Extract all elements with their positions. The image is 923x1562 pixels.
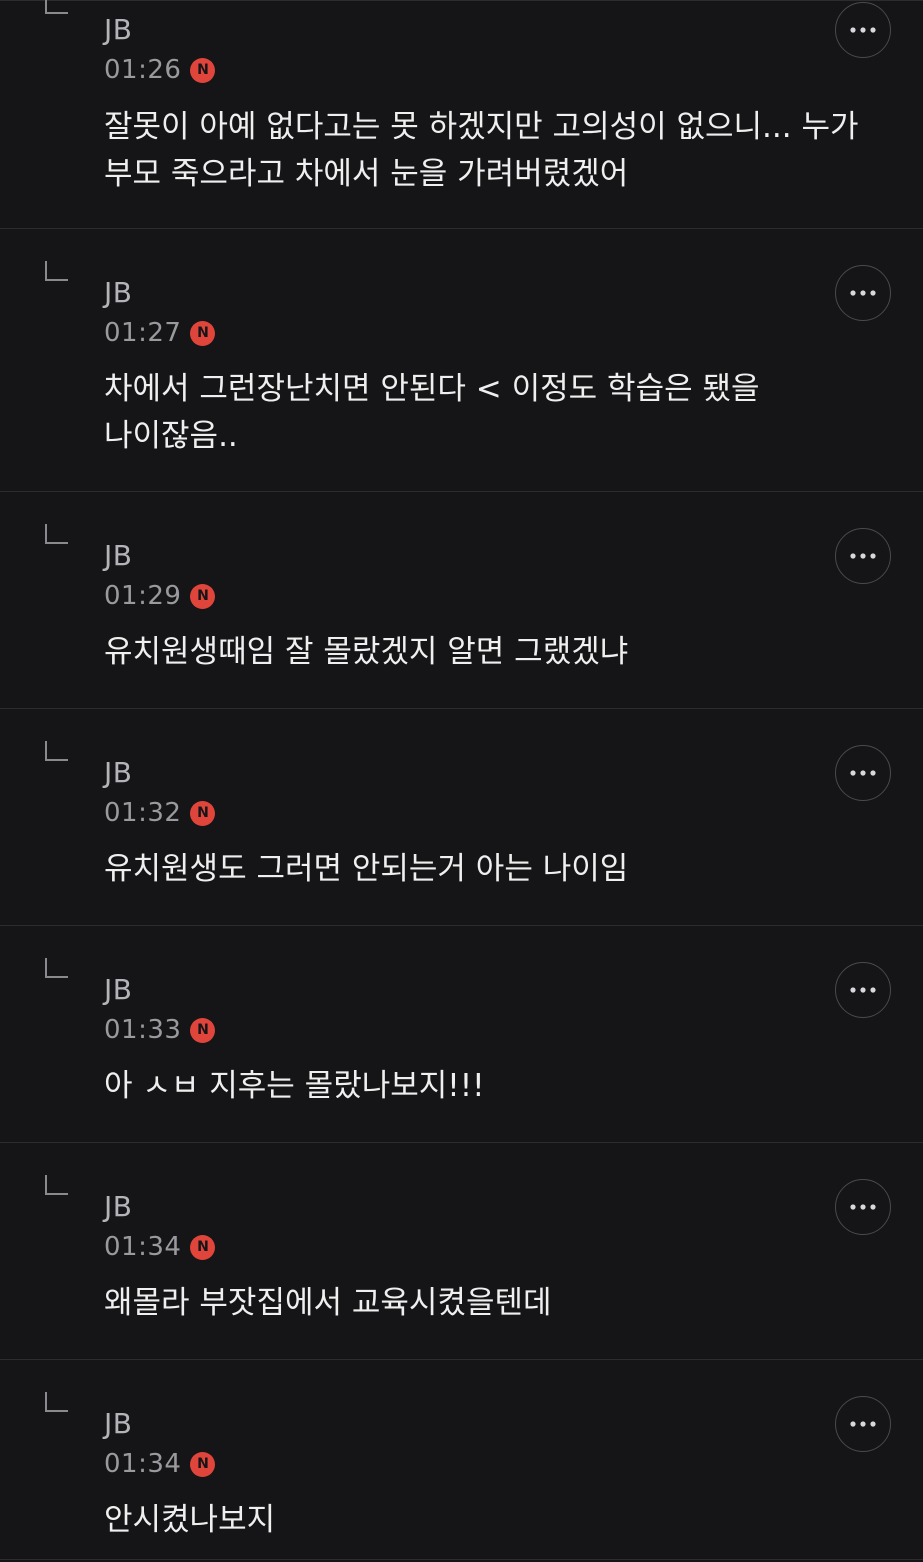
reply-arrow-icon: [45, 741, 68, 761]
reply-timestamp: 01:26: [104, 55, 182, 85]
reply-author[interactable]: JB: [104, 277, 132, 309]
reply-divider: [0, 1559, 923, 1560]
more-options-button[interactable]: [835, 265, 891, 321]
reply-text: 유치원생때임 잘 몰랐겠지 알면 그랬겠냐: [104, 634, 629, 670]
reply-arrow-icon: [45, 261, 68, 281]
more-horizontal-icon: [850, 987, 876, 993]
more-options-button[interactable]: [835, 1396, 891, 1452]
reply-author[interactable]: JB: [104, 1191, 132, 1223]
reply-author[interactable]: JB: [104, 540, 132, 572]
reply-timestamp: 01:27: [104, 318, 182, 348]
reply-text: 유치원생도 그러면 안되는거 아는 나이임: [104, 851, 629, 887]
more-horizontal-icon: [850, 290, 876, 296]
reply-author[interactable]: JB: [104, 14, 132, 46]
reply-meta: 01:33 N: [104, 1014, 216, 1046]
reply-author[interactable]: JB: [104, 757, 132, 789]
more-options-button[interactable]: [835, 2, 891, 58]
reply-meta: 01:27 N: [104, 317, 216, 349]
reply-meta: 01:34 N: [104, 1231, 216, 1263]
reply-list: JB 01:26 N 잘못이 아예 없다고는 못 하겠지만 고의성이 없으니... 누…: [0, 0, 923, 1562]
reply-text: 왜몰라 부잣집에서 교육시켰을텐데: [104, 1285, 552, 1321]
reply-divider: [0, 1359, 923, 1360]
reply-timestamp: 01:34: [104, 1449, 182, 1479]
new-badge: N: [190, 800, 216, 826]
reply-text: 안시켰나보지: [104, 1502, 276, 1538]
reply-divider: [0, 1142, 923, 1143]
reply-arrow-icon: [45, 1392, 68, 1412]
new-badge: N: [190, 1451, 216, 1477]
reply-arrow-icon: [45, 958, 68, 978]
reply-divider: [0, 491, 923, 492]
reply-author[interactable]: JB: [104, 1408, 132, 1440]
new-badge: N: [190, 1234, 216, 1260]
reply-arrow-icon: [45, 1175, 68, 1195]
reply-timestamp: 01:34: [104, 1232, 182, 1262]
more-options-button[interactable]: [835, 528, 891, 584]
more-horizontal-icon: [850, 27, 876, 33]
reply-divider: [0, 0, 923, 1]
reply-text: 아 ㅅㅂ 지후는 몰랐나보지!!!: [104, 1068, 485, 1104]
reply-timestamp: 01:29: [104, 581, 182, 611]
reply-timestamp: 01:33: [104, 1015, 182, 1045]
more-options-button[interactable]: [835, 962, 891, 1018]
reply-arrow-icon: [45, 0, 68, 14]
reply-meta: 01:29 N: [104, 580, 216, 612]
reply-text: 잘못이 아예 없다고는 못 하겠지만 고의성이 없으니... 누가 부모 죽으라…: [104, 109, 859, 192]
reply-divider: [0, 228, 923, 229]
reply-meta: 01:26 N: [104, 54, 216, 86]
reply-text: 차에서 그런장난치면 안된다 < 이정도 학습은 됐을 나이잖음..: [104, 371, 760, 454]
more-horizontal-icon: [850, 1204, 876, 1210]
more-horizontal-icon: [850, 1421, 876, 1427]
reply-meta: 01:32 N: [104, 797, 216, 829]
more-options-button[interactable]: [835, 745, 891, 801]
reply-meta: 01:34 N: [104, 1448, 216, 1480]
reply-arrow-icon: [45, 524, 68, 544]
reply-divider: [0, 708, 923, 709]
more-horizontal-icon: [850, 770, 876, 776]
new-badge: N: [190, 1017, 216, 1043]
more-horizontal-icon: [850, 553, 876, 559]
reply-divider: [0, 925, 923, 926]
new-badge: N: [190, 583, 216, 609]
reply-timestamp: 01:32: [104, 798, 182, 828]
reply-author[interactable]: JB: [104, 974, 132, 1006]
new-badge: N: [190, 57, 216, 83]
more-options-button[interactable]: [835, 1179, 891, 1235]
new-badge: N: [190, 320, 216, 346]
